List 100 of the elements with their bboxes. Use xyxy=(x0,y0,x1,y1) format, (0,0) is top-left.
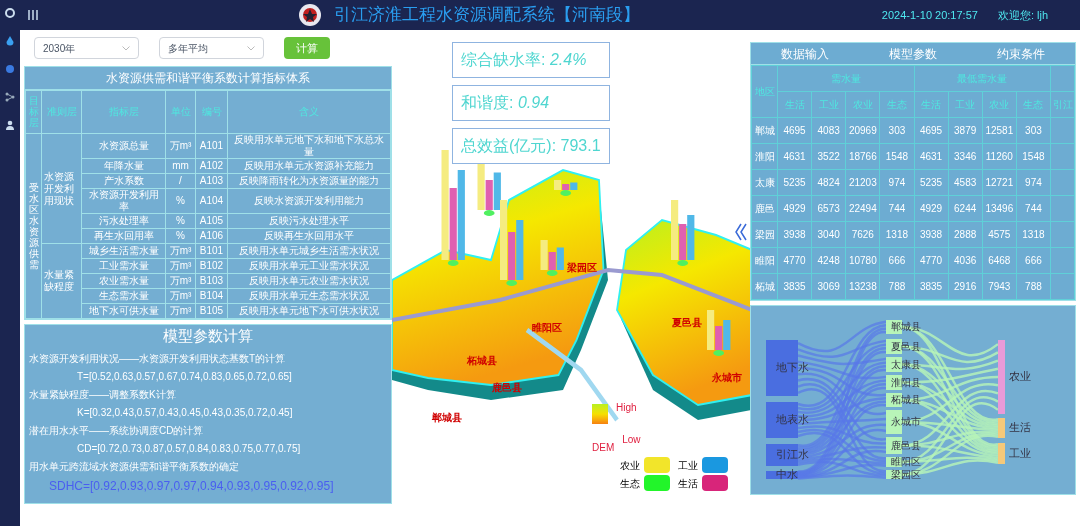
table-cell: 3522 xyxy=(817,151,840,162)
period-select[interactable]: 多年平均 xyxy=(159,37,264,59)
table-cell: 产水系数 xyxy=(103,175,144,186)
map-label: 郸城县 xyxy=(432,411,462,425)
sankey-label: 淮阳县 xyxy=(891,377,921,388)
table-cell: 5235 xyxy=(919,177,943,188)
panel-tab[interactable]: 模型参数 xyxy=(889,44,937,63)
formula-text: SDHC=[0.92,0.93,0.97,0.97,0.94,0.93,0.95,0.92,0.95] xyxy=(48,477,335,495)
table-cell: 11260 xyxy=(985,151,1013,162)
map-label: 柘城县 xyxy=(467,354,497,368)
table-cell: 万m³ xyxy=(169,305,192,316)
sankey-label: 柘城县 xyxy=(891,395,921,405)
sankey-label: 地表水 xyxy=(776,414,809,425)
table-cell: 水资源开发利用率 xyxy=(88,189,159,212)
map-label: 永城市 xyxy=(712,371,742,385)
table-cell: 反映用水单元生态需水状况 xyxy=(249,290,369,301)
table-cell: 3938 xyxy=(783,229,806,240)
table-cell: 1318 xyxy=(885,229,909,240)
table-cell: 3938 xyxy=(919,229,943,240)
row-header: 柘城 xyxy=(754,281,775,292)
map-label: 睢阳区 xyxy=(532,321,562,335)
table-cell: A102 xyxy=(199,160,224,171)
table-cell: 744 xyxy=(1025,203,1042,214)
year-select[interactable]: 2030年 xyxy=(34,37,139,59)
table-cell: 4770 xyxy=(783,255,806,266)
map-label: 梁园区 xyxy=(567,261,597,275)
table-cell: 5235 xyxy=(783,177,806,188)
table-cell: B103 xyxy=(199,275,224,286)
app-title: 引江济淮工程水资源调配系统【河南段】 xyxy=(334,4,640,27)
map-label: 夏邑县 xyxy=(672,316,702,330)
welcome-text: 欢迎您: ljh xyxy=(997,7,1048,23)
stat-text: 综合缺水率: 2.4% xyxy=(461,50,587,70)
panel-title: 水资源供需和谐平衡系数计算指标体系 xyxy=(25,67,391,90)
sankey-label: 生活 xyxy=(1009,422,1031,433)
legend-label: 生活 xyxy=(678,476,698,491)
legend-label: 生态 xyxy=(620,476,640,491)
table-cell: 13496 xyxy=(985,203,1014,214)
table-cell: 1548 xyxy=(885,151,909,162)
table-cell: 12581 xyxy=(985,125,1014,136)
table-cell: % xyxy=(176,195,185,206)
table-cell: 反映用水单元工业需水状况 xyxy=(249,260,369,271)
legend-label: 农业 xyxy=(620,458,640,473)
table-cell: 万m³ xyxy=(169,140,192,151)
sankey-label: 永城市 xyxy=(891,417,921,427)
param-heading: 水量紧缺程度——调整系数K计算 xyxy=(29,387,177,402)
table-cell: 污水处理率 xyxy=(98,215,149,226)
table-cell: A103 xyxy=(199,175,224,186)
table-cell: 18766 xyxy=(848,151,877,162)
row-header: 淮阳 xyxy=(754,151,775,162)
table-cell: 974 xyxy=(888,177,906,188)
table-cell: A104 xyxy=(199,195,224,206)
table-cell: 反映用水单元水资源补充能力 xyxy=(244,160,374,171)
table-cell: 万m³ xyxy=(169,290,192,301)
formula-text: T=[0.52,0.63,0.57,0.67,0.74,0.83,0.65,0.72,0.65] xyxy=(76,369,293,384)
table-cell: B105 xyxy=(199,305,224,316)
row-header: 太康 xyxy=(754,177,775,188)
formula-text: K=[0.32,0.43,0.57,0.43,0.45,0.43,0.35,0.72,0.45] xyxy=(76,405,294,420)
table-cell: 744 xyxy=(888,203,906,214)
criterion-cell: 水量紧缺程度 xyxy=(44,269,74,292)
panel-tab[interactable]: 数据输入 xyxy=(781,44,829,63)
table-cell: / xyxy=(179,175,182,186)
table-cell: 4036 xyxy=(954,255,977,266)
table-cell: 303 xyxy=(888,125,906,136)
param-heading: 潜在用水水平——系统协调度CD的计算 xyxy=(29,423,205,438)
table-cell: 水资源总量 xyxy=(98,140,149,151)
table-cell: 12721 xyxy=(985,177,1014,188)
table-cell: 反映用水单元农业需水状况 xyxy=(249,275,369,286)
table-cell: 2916 xyxy=(954,281,977,292)
table-cell: 303 xyxy=(1025,125,1042,136)
table-cell: 7626 xyxy=(851,229,874,240)
table-cell: 4248 xyxy=(817,255,840,266)
table-cell: 788 xyxy=(1025,281,1042,292)
table-cell: 反映用水单元地下水可供水状况 xyxy=(239,305,379,316)
table-cell: 4929 xyxy=(919,203,943,214)
stat-text: 总效益(亿元): 793.1 xyxy=(461,136,601,156)
table-cell: 666 xyxy=(1025,255,1042,266)
datetime-text: 2024-1-10 20:17:57 xyxy=(881,7,978,23)
row-header: 郸城 xyxy=(754,125,775,136)
table-cell: mm xyxy=(172,160,189,171)
table-cell: 6468 xyxy=(988,255,1011,266)
param-heading: 水资源开发利用状况——水资源开发利用状态基数T的计算 xyxy=(29,351,287,366)
table-cell: 666 xyxy=(888,255,906,266)
table-cell: 4770 xyxy=(919,255,943,266)
panel-tab[interactable]: 约束条件 xyxy=(997,44,1045,63)
table-cell: A101 xyxy=(199,140,224,151)
table-cell: 974 xyxy=(1025,177,1042,188)
sankey-label: 太康县 xyxy=(891,359,921,370)
table-cell: 20969 xyxy=(848,125,877,136)
sankey-label: 睢阳区 xyxy=(891,457,921,467)
sankey-label: 中水 xyxy=(776,469,798,480)
table-cell: 10780 xyxy=(848,255,877,266)
table-cell: B104 xyxy=(199,290,224,301)
table-cell: 反映用水单元城乡生活需水状况 xyxy=(239,245,379,256)
table-cell: 城乡生活需水量 xyxy=(88,245,159,256)
table-cell: 4695 xyxy=(783,125,806,136)
table-cell: 3879 xyxy=(954,125,977,136)
table-cell: 4575 xyxy=(988,229,1011,240)
sankey-label: 农业 xyxy=(1009,371,1031,382)
table-cell: % xyxy=(176,230,185,241)
calculate-button[interactable]: 计算 xyxy=(284,37,330,59)
